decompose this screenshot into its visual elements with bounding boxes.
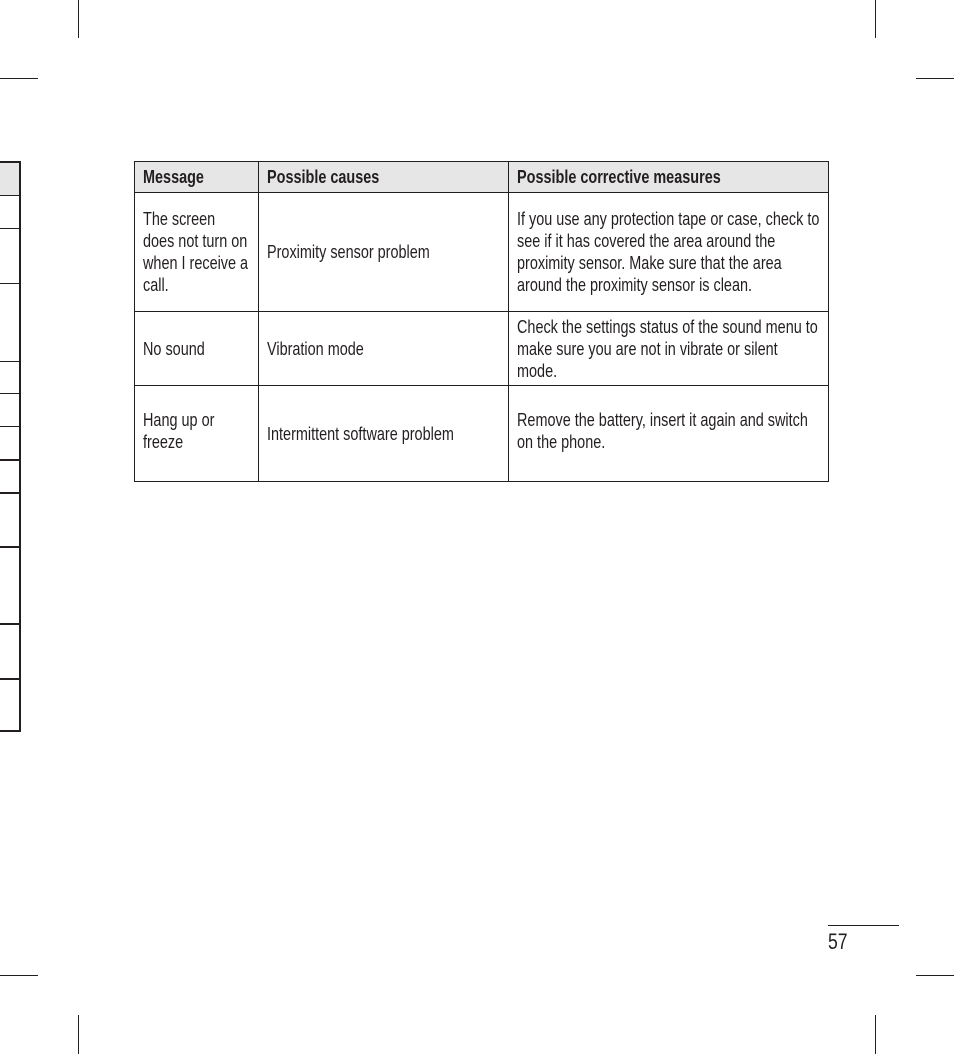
facing-page-table-row-divider xyxy=(0,678,19,680)
facing-page-table-row-divider xyxy=(0,546,19,548)
crop-mark-bottom-right-vertical xyxy=(875,1015,876,1054)
cause-text: Intermittent software problem xyxy=(267,422,454,444)
facing-page-table-row-divider xyxy=(0,283,19,284)
crop-mark-top-right-horizontal xyxy=(916,78,954,79)
measure-cell: Check the settings status of the sound m… xyxy=(508,311,829,386)
facing-page-table-row-divider xyxy=(0,361,19,362)
facing-page-table-row-divider xyxy=(0,393,19,394)
troubleshooting-table: Message Possible causes Possible correct… xyxy=(134,161,829,482)
message-text: No sound xyxy=(143,337,205,359)
message-text: Hang up or freeze xyxy=(143,408,215,452)
facing-page-table-header xyxy=(0,163,19,196)
facing-page-table-row-divider xyxy=(0,459,19,461)
header-message-label: Message xyxy=(143,166,204,187)
cause-text: Vibration mode xyxy=(267,337,364,359)
facing-page-table-edge xyxy=(0,161,21,732)
cause-text: Proximity sensor problem xyxy=(267,241,430,262)
header-corrective-measures: Possible corrective measures xyxy=(508,161,829,193)
measure-text: Remove the battery, insert it again and … xyxy=(517,408,808,452)
table-row: No sound Vibration mode Check the settin… xyxy=(134,311,829,386)
facing-page-table-row-divider xyxy=(0,492,19,494)
crop-mark-bottom-right-horizontal xyxy=(916,975,954,976)
facing-page-table-row-divider xyxy=(0,228,19,229)
message-cell: No sound xyxy=(134,311,259,386)
facing-page-table-row-divider xyxy=(0,195,19,196)
crop-mark-top-right-vertical xyxy=(875,0,876,38)
measure-cell: If you use any protection tape or case, … xyxy=(508,192,829,312)
table-row: The screen does not turn on when I recei… xyxy=(134,192,829,312)
measure-cell: Remove the battery, insert it again and … xyxy=(508,385,829,482)
page-number-rule xyxy=(828,925,899,926)
crop-mark-top-left-horizontal xyxy=(0,78,38,79)
header-possible-causes-label: Possible causes xyxy=(267,166,380,187)
header-corrective-measures-label: Possible corrective measures xyxy=(517,166,721,187)
crop-mark-bottom-left-vertical xyxy=(78,1015,79,1054)
cause-cell: Vibration mode xyxy=(258,311,509,386)
header-possible-causes: Possible causes xyxy=(258,161,509,193)
facing-page-table-row-divider xyxy=(0,426,19,427)
message-text: The screen does not turn on when I recei… xyxy=(143,208,249,295)
table-header-row: Message Possible causes Possible correct… xyxy=(134,161,829,193)
crop-mark-bottom-left-horizontal xyxy=(0,975,38,976)
cause-cell: Intermittent software problem xyxy=(258,385,509,482)
crop-mark-top-left-vertical xyxy=(78,0,79,38)
measure-text: If you use any protection tape or case, … xyxy=(517,208,820,295)
message-cell: The screen does not turn on when I recei… xyxy=(134,192,259,312)
cause-cell: Proximity sensor problem xyxy=(258,192,509,312)
page-number: 57 xyxy=(828,929,848,954)
message-cell: Hang up or freeze xyxy=(134,385,259,482)
measure-text: Check the settings status of the sound m… xyxy=(517,315,818,381)
facing-page-table-row-divider xyxy=(0,623,19,625)
table-row: Hang up or freeze Intermittent software … xyxy=(134,385,829,482)
header-message: Message xyxy=(134,161,259,193)
